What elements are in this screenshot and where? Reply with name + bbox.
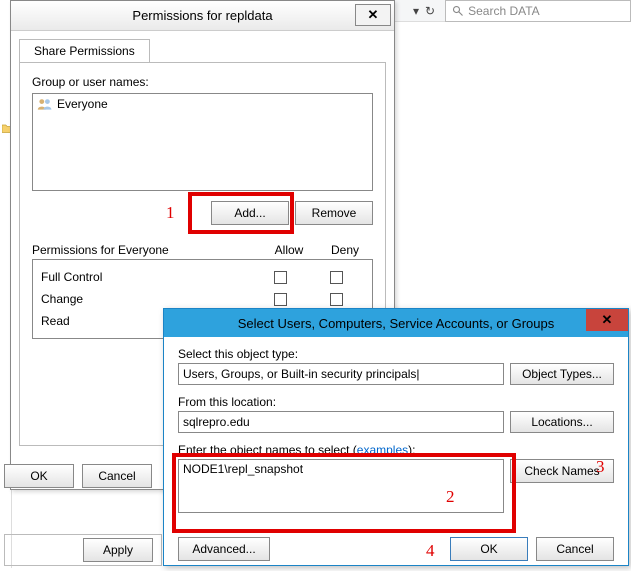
- allow-header: Allow: [261, 243, 317, 257]
- select-users-dialog: Select Users, Computers, Service Account…: [163, 308, 629, 566]
- people-icon: [37, 98, 53, 110]
- perm-header-row: Permissions for Everyone Allow Deny: [32, 243, 373, 257]
- select-users-title: Select Users, Computers, Service Account…: [238, 316, 554, 331]
- select-footer: Advanced... OK Cancel: [164, 533, 628, 571]
- annotation-1: 1: [166, 203, 175, 223]
- remove-button[interactable]: Remove: [295, 201, 373, 225]
- tab-strip: Share Permissions: [11, 31, 394, 62]
- ok-button[interactable]: OK: [4, 464, 74, 488]
- nav-buttons: ▾ ↻: [395, 4, 435, 18]
- refresh-icon[interactable]: ↻: [425, 4, 435, 18]
- explorer-ribbon: ▾ ↻ Search DATA: [395, 0, 631, 22]
- advanced-button[interactable]: Advanced...: [178, 537, 270, 561]
- checkbox-deny-change[interactable]: [330, 293, 343, 306]
- group-user-label: Group or user names:: [32, 75, 373, 89]
- select-users-titlebar: Select Users, Computers, Service Account…: [164, 309, 628, 337]
- names-value: NODE1\repl_snapshot: [183, 462, 303, 476]
- parent-buttons: OK Cancel: [4, 464, 152, 488]
- from-location-field[interactable]: sqlrepro.edu: [178, 411, 504, 433]
- locations-button[interactable]: Locations...: [510, 411, 614, 433]
- perm-for-label: Permissions for Everyone: [32, 243, 261, 257]
- close-button[interactable]: ✕: [355, 4, 391, 26]
- search-input[interactable]: Search DATA: [445, 0, 631, 22]
- close-icon: ✕: [368, 7, 379, 23]
- deny-header: Deny: [317, 243, 373, 257]
- object-type-field[interactable]: Users, Groups, or Built-in security prin…: [178, 363, 504, 385]
- close-icon: ✕: [602, 312, 613, 328]
- from-location-label: From this location:: [178, 395, 614, 409]
- tab-share-permissions[interactable]: Share Permissions: [19, 39, 150, 62]
- perm-name: Full Control: [41, 270, 252, 284]
- select-body: Select this object type: Users, Groups, …: [164, 337, 628, 533]
- permissions-titlebar: Permissions for repldata ✕: [11, 1, 394, 31]
- from-location-value: sqlrepro.edu: [183, 415, 250, 429]
- user-name: Everyone: [57, 97, 108, 111]
- object-types-button[interactable]: Object Types...: [510, 363, 614, 385]
- object-type-value: Users, Groups, or Built-in security prin…: [183, 367, 420, 381]
- enter-names-label-pre: Enter the object names to select (: [178, 443, 357, 457]
- enter-names-block: Enter the object names to select (exampl…: [178, 443, 614, 513]
- examples-link[interactable]: examples: [357, 443, 408, 457]
- object-names-input[interactable]: NODE1\repl_snapshot: [178, 459, 504, 513]
- enter-names-label: Enter the object names to select (exampl…: [178, 443, 614, 457]
- checkbox-allow-change[interactable]: [274, 293, 287, 306]
- object-type-label: Select this object type:: [178, 347, 614, 361]
- table-row: Change: [41, 288, 364, 310]
- checkbox-deny-fullcontrol[interactable]: [330, 271, 343, 284]
- object-type-block: Select this object type: Users, Groups, …: [178, 347, 614, 385]
- apply-button[interactable]: Apply: [83, 538, 153, 562]
- from-location-block: From this location: sqlrepro.edu Locatio…: [178, 395, 614, 433]
- drop-icon[interactable]: ▾: [413, 4, 419, 18]
- search-icon: [452, 5, 464, 17]
- permissions-title: Permissions for repldata: [132, 8, 272, 23]
- cancel-button[interactable]: Cancel: [536, 537, 614, 561]
- cancel-button[interactable]: Cancel: [82, 464, 152, 488]
- close-button[interactable]: ✕: [586, 309, 628, 331]
- user-list[interactable]: Everyone: [32, 93, 373, 191]
- list-item[interactable]: Everyone: [35, 96, 370, 112]
- ok-button[interactable]: OK: [450, 537, 528, 561]
- add-button[interactable]: Add...: [211, 201, 289, 225]
- perm-name: Change: [41, 292, 252, 306]
- enter-names-label-post: ):: [408, 443, 415, 457]
- search-placeholder: Search DATA: [468, 4, 540, 18]
- add-remove-row: 1 Add... Remove: [32, 201, 373, 225]
- table-row: Full Control: [41, 266, 364, 288]
- apply-row: Apply: [4, 534, 162, 566]
- checkbox-allow-fullcontrol[interactable]: [274, 271, 287, 284]
- annotation-4: 4: [426, 541, 435, 561]
- annotation-2: 2: [446, 487, 455, 507]
- annotation-3: 3: [596, 457, 605, 477]
